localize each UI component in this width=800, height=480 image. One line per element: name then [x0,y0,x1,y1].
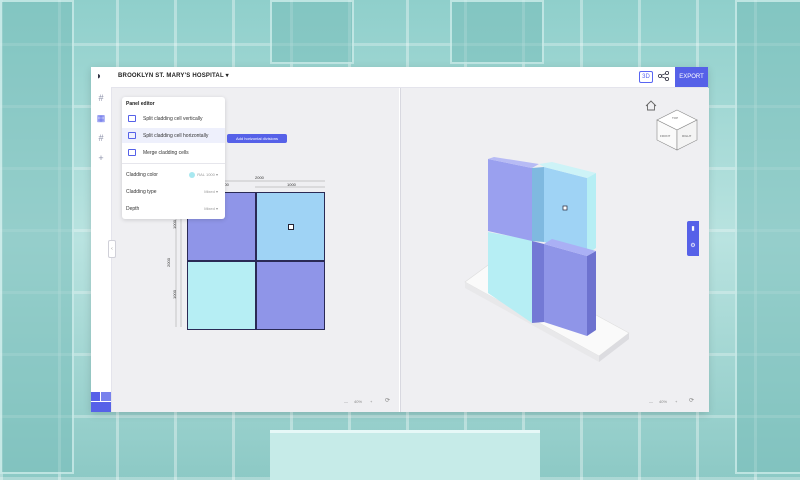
brand-blocks-icon [91,392,111,412]
zoom-in-button[interactable]: + [370,396,372,407]
grid-alt-icon[interactable]: # [95,132,107,144]
merge-cells-label: Merge cladding cells [143,150,189,156]
dim-left-total: 2000 [165,258,171,267]
depth-text: Mixed [204,206,215,211]
panels-icon[interactable]: ▦ [95,112,107,124]
cell-3d [544,244,587,336]
split-vertical-button[interactable]: Split cladding cell vertically [122,111,225,126]
view-toggle-button[interactable]: 3D [639,71,653,83]
cladding-type-row[interactable]: Cladding type Mixed ▾ [126,189,221,195]
merge-cells-icon [128,149,136,156]
export-button[interactable]: EXPORT [675,67,708,87]
grid-icon[interactable]: # [95,92,107,104]
view-cube[interactable]: TOP FRONT RIGHT [655,108,699,152]
view-cube-top[interactable]: TOP [672,116,678,120]
project-name: BROOKLYN ST. MARY'S HOSPITAL [118,73,224,79]
depth-row[interactable]: Depth Mixed ▾ [126,206,221,212]
split-vertical-icon [128,115,136,122]
selection-handle[interactable] [288,224,294,230]
cladding-color-label: Cladding color [126,172,158,178]
top-bar: ◗ BROOKLYN ST. MARY'S HOSPITAL ▾ 3D EXPO… [91,67,708,88]
cladding-type-value: Mixed ▾ [204,189,218,194]
zoom-control-left: — 40% + [342,396,380,407]
dim-top-right: 1000 [287,182,296,187]
divider [122,163,225,164]
app-logo[interactable]: ◗ [96,71,106,83]
cladding-cell-selected[interactable] [256,192,325,261]
3d-view[interactable]: TOP FRONT RIGHT ▮ ⚙ — 40% + ⟳ [400,88,709,412]
zoom-level: 40% [354,399,363,404]
split-horizontal-button[interactable]: Split cladding cell horizontally [122,128,225,143]
split-horizontal-icon [128,132,136,139]
zoom-in-button[interactable]: + [675,396,677,407]
app-window: ◗ BROOKLYN ST. MARY'S HOSPITAL ▾ 3D EXPO… [91,67,709,412]
zoom-out-button[interactable]: — [344,396,348,407]
chevron-down-icon: ▾ [225,73,229,79]
cladding-color-text: RAL 1000 [197,172,215,178]
view-cube-right[interactable]: RIGHT [682,134,691,138]
depth-value: Mixed ▾ [204,206,218,211]
share-icon[interactable] [657,70,670,83]
collapse-handle[interactable]: ‹ [108,240,116,258]
reset-view-icon[interactable]: ⟳ [687,397,696,406]
reset-view-icon[interactable]: ⟳ [383,397,392,406]
cladding-type-label: Cladding type [126,189,157,195]
cladding-cell[interactable] [256,261,325,330]
panel-editor: Panel editor Split cladding cell vertica… [122,97,225,219]
cladding-color-value: RAL 1000 ▾ [189,172,218,178]
side-toolbar: ▮ ⚙ [687,221,699,256]
3d-model[interactable] [451,138,641,363]
split-vertical-label: Split cladding cell vertically [143,116,203,122]
bar-chart-icon[interactable]: ▮ [689,225,697,233]
cladding-type-text: Mixed [204,189,215,194]
add-icon[interactable]: + [95,152,107,164]
depth-label: Depth [126,206,140,212]
zoom-out-button[interactable]: — [649,396,653,407]
split-horizontal-label: Split cladding cell horizontally [143,133,209,139]
settings-icon[interactable]: ⚙ [689,242,697,250]
cladding-color-row[interactable]: Cladding color RAL 1000 ▾ [126,172,221,178]
zoom-level: 40% [659,399,668,404]
tooltip: Add horizontal divisions [227,134,287,143]
cladding-cell[interactable] [187,261,256,330]
dim-left-bottom: 1000 [171,290,177,299]
merge-cells-button[interactable]: Merge cladding cells [122,145,225,160]
dim-left-top: 1000 [171,220,177,229]
project-title[interactable]: BROOKLYN ST. MARY'S HOSPITAL ▾ [118,72,229,79]
cell-3d [488,159,532,241]
zoom-control-right: — 40% + [647,396,685,407]
panel-editor-title: Panel editor [126,101,155,107]
view-cube-front[interactable]: FRONT [660,134,670,138]
dim-top-total: 2000 [255,175,264,180]
color-swatch [189,172,196,178]
